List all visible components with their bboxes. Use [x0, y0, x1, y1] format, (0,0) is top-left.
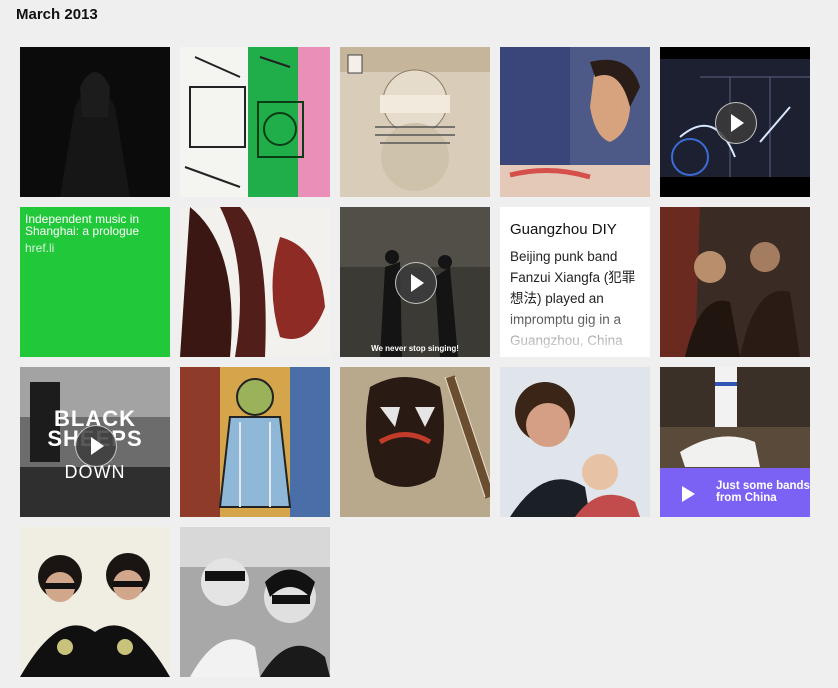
post-photo — [660, 207, 810, 357]
audio-player[interactable]: Just some bands from China — [660, 468, 810, 517]
audio-post-tile[interactable]: Just some bands from China — [660, 367, 810, 517]
video-post-tile[interactable]: We never stop singing! — [340, 207, 490, 357]
month-title: March 2013 — [16, 6, 98, 23]
post-photo — [180, 207, 330, 357]
post-photo — [340, 367, 490, 517]
video-caption: We never stop singing! — [371, 344, 459, 353]
post-photo — [180, 47, 330, 197]
link-host: href.li — [25, 241, 55, 255]
photo-post-tile[interactable] — [500, 367, 650, 517]
link-post-tile[interactable]: Independent music in Shanghai: a prologu… — [20, 207, 170, 357]
audio-label: Just some bands from China — [716, 480, 810, 504]
photo-post-tile[interactable] — [20, 527, 170, 677]
photo-post-tile[interactable] — [20, 47, 170, 197]
photo-post-tile[interactable] — [180, 527, 330, 677]
video-post-tile[interactable] — [660, 47, 810, 197]
photo-post-tile[interactable] — [340, 47, 490, 197]
link-title[interactable]: Independent music in Shanghai: a prologu… — [25, 213, 165, 237]
play-icon[interactable] — [715, 102, 757, 144]
post-photo — [180, 367, 330, 517]
text-post-title: Guangzhou DIY — [510, 221, 617, 238]
post-photo — [340, 47, 490, 197]
photo-post-tile[interactable] — [180, 367, 330, 517]
text-post-tile[interactable]: Guangzhou DIY Beijing punk band Fanzui X… — [500, 207, 650, 357]
play-icon[interactable] — [682, 486, 695, 502]
post-photo — [500, 367, 650, 517]
photo-post-tile[interactable] — [180, 207, 330, 357]
post-photo — [20, 47, 170, 197]
photo-post-tile[interactable] — [500, 47, 650, 197]
post-photo — [180, 527, 330, 677]
photo-post-tile[interactable] — [660, 207, 810, 357]
play-icon[interactable] — [75, 425, 117, 467]
video-post-tile[interactable]: BLACK SHEEPS DOWN — [20, 367, 170, 517]
photo-post-tile[interactable] — [340, 367, 490, 517]
post-photo — [20, 527, 170, 677]
photo-post-tile[interactable] — [180, 47, 330, 197]
post-photo — [500, 47, 650, 197]
text-fade — [500, 307, 650, 357]
play-icon[interactable] — [395, 262, 437, 304]
